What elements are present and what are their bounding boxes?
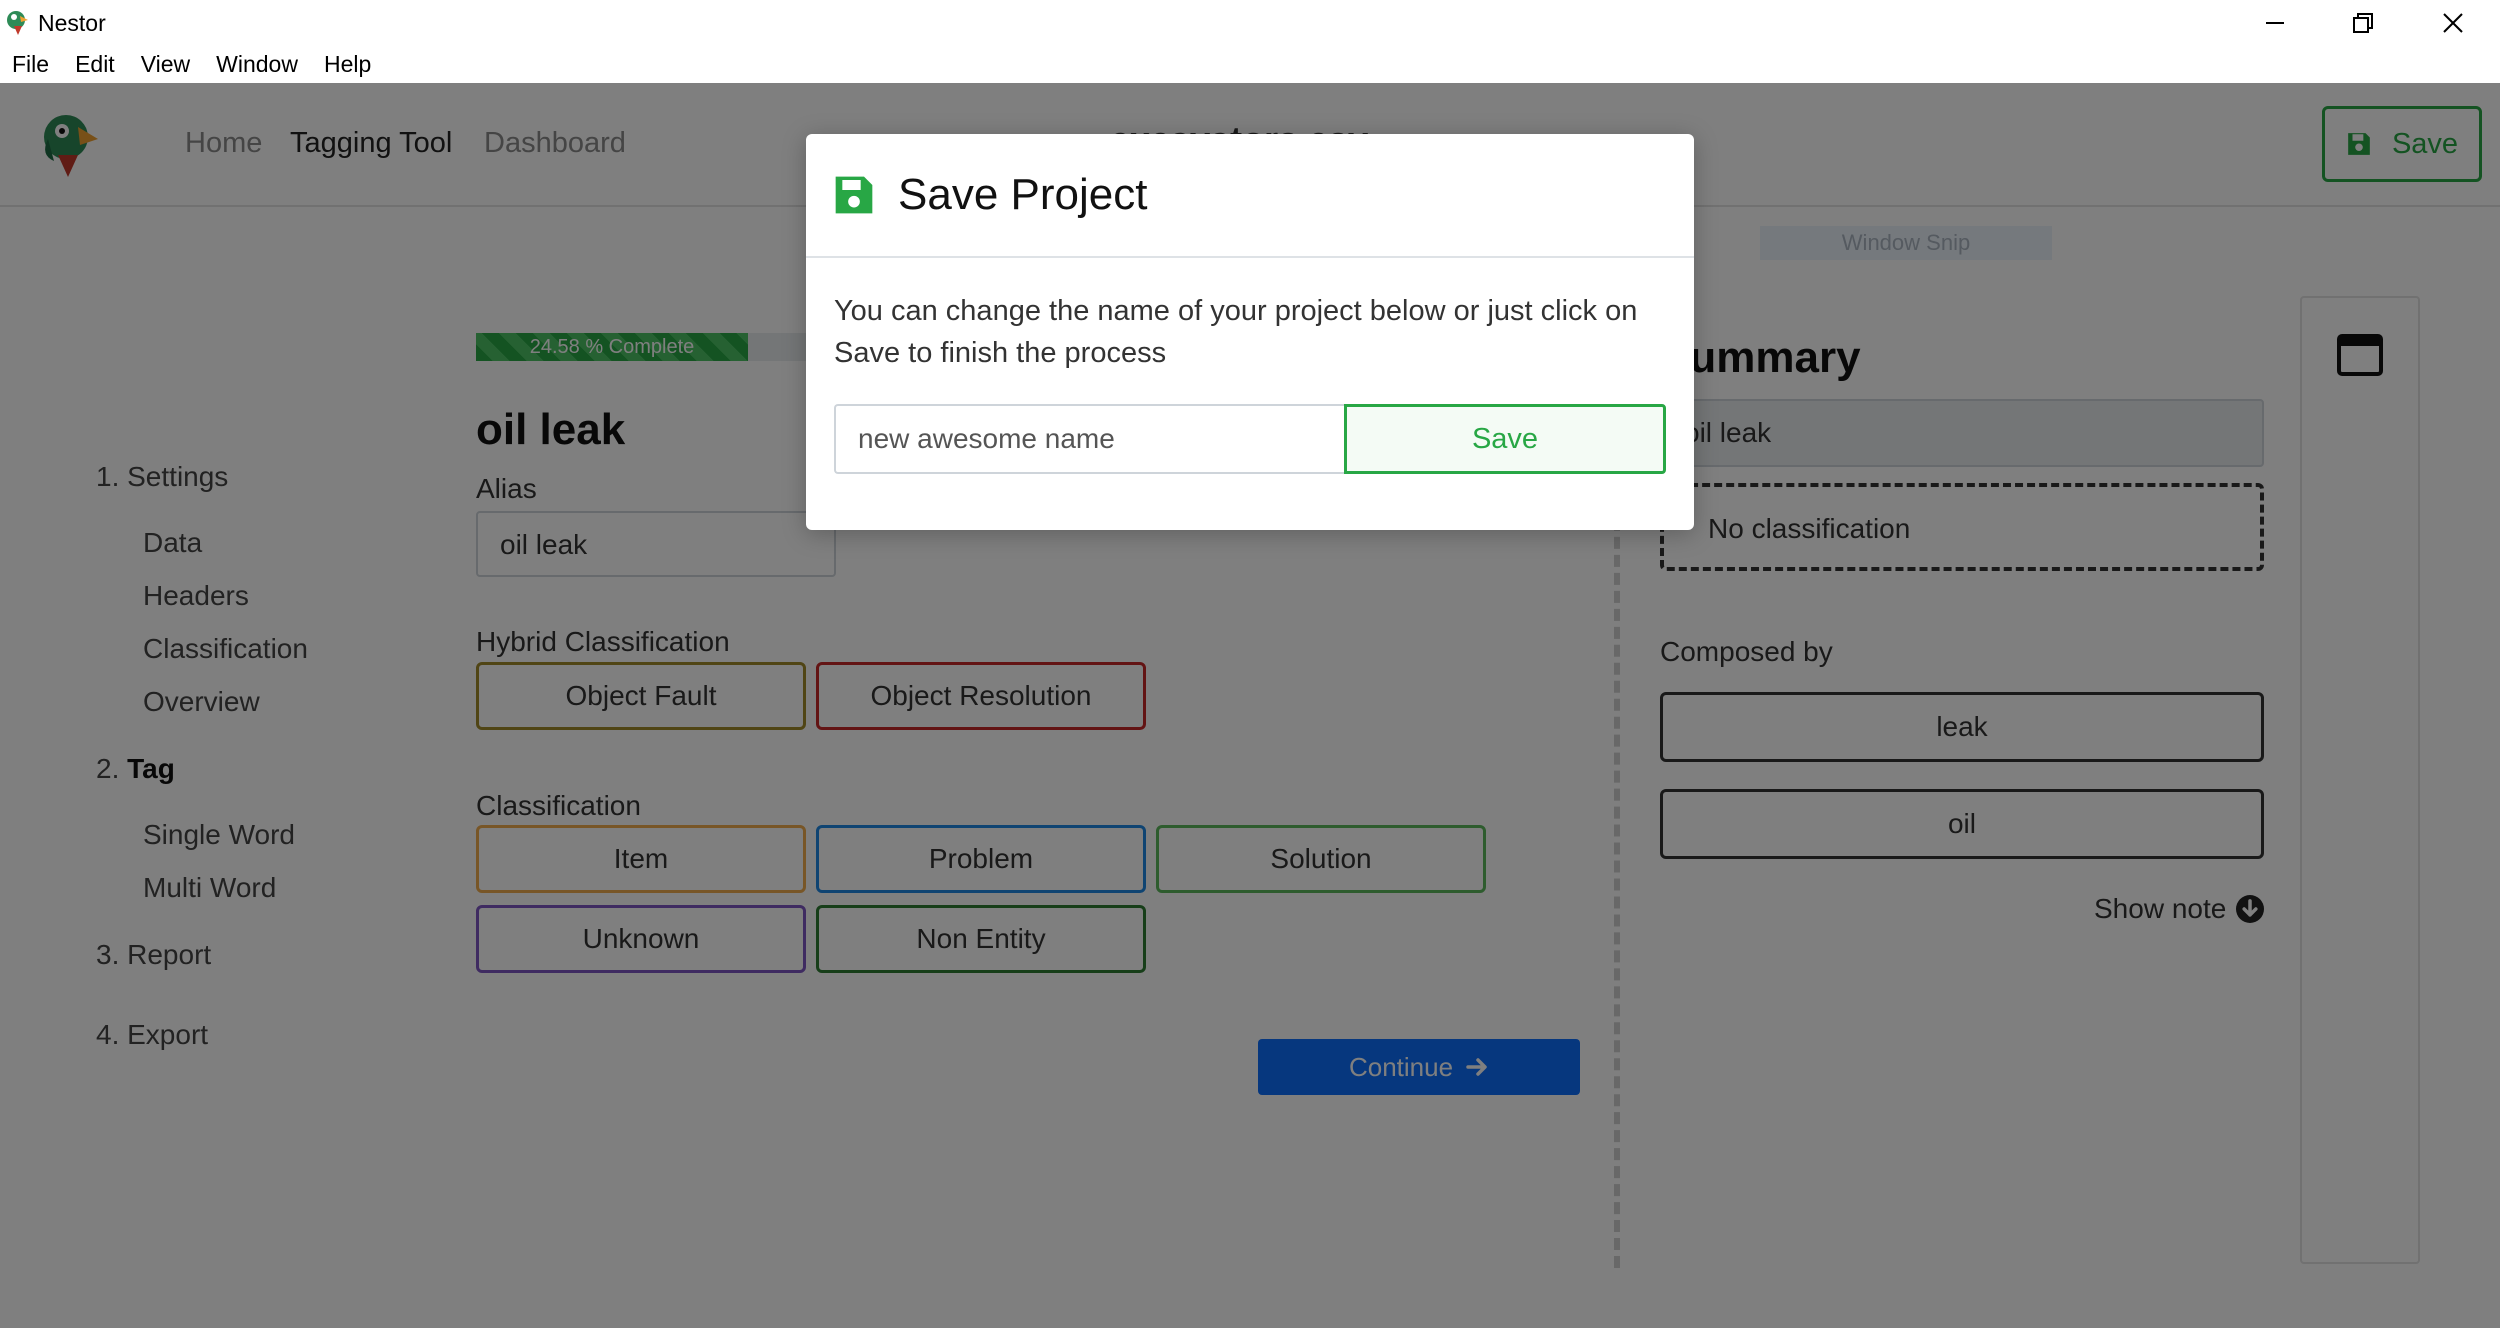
menu-window[interactable]: Window (216, 51, 298, 78)
modal-description: You can change the name of your project … (834, 295, 1638, 369)
menu-help[interactable]: Help (324, 51, 371, 78)
project-name-input[interactable] (834, 404, 1344, 474)
modal-title: Save Project (898, 170, 1148, 219)
restore-icon (2353, 12, 2373, 33)
title-bar: Nestor (0, 0, 2500, 45)
menu-bar: File Edit View Window Help (0, 45, 2500, 83)
close-button[interactable] (2408, 0, 2498, 45)
parrot-logo-icon (7, 11, 28, 35)
minimize-button[interactable] (2230, 0, 2320, 45)
menu-view[interactable]: View (141, 51, 190, 78)
modal-save-button[interactable]: Save (1344, 404, 1666, 474)
modal-header: Save Project (806, 134, 1694, 258)
menu-file[interactable]: File (12, 51, 49, 78)
modal-body: You can change the name of your project … (806, 258, 1694, 506)
menu-edit[interactable]: Edit (75, 51, 115, 78)
restore-button[interactable] (2318, 0, 2408, 45)
floppy-disk-icon (835, 176, 873, 214)
project-name-input-group: Save (834, 404, 1666, 474)
window-title: Nestor (38, 10, 106, 36)
close-icon (2443, 12, 2463, 33)
minimize-icon (2266, 21, 2284, 24)
save-project-modal: Save Project You can change the name of … (806, 134, 1694, 530)
